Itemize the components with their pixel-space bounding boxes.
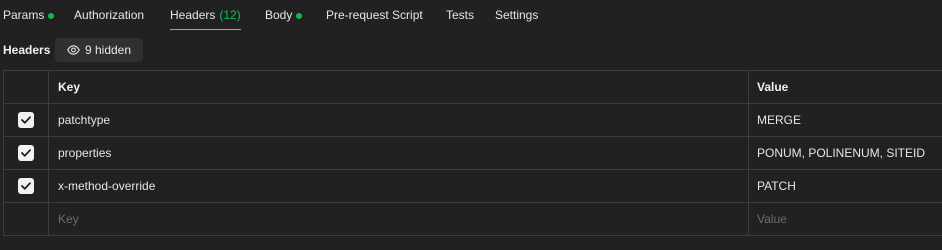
new-header-value-input[interactable]: Value [749, 203, 942, 235]
hidden-headers-toggle-button[interactable]: 9 hidden [55, 38, 143, 62]
headers-table: Key Value patchtype MERGE properties PON… [3, 70, 942, 236]
checkmark-icon [21, 116, 31, 124]
hidden-headers-count-label: 9 hidden [84, 43, 132, 57]
row-check-cell [4, 203, 49, 235]
tab-tests[interactable]: Tests [446, 0, 474, 30]
header-value-cell[interactable]: MERGE [749, 104, 942, 136]
header-key-cell[interactable]: properties [49, 137, 749, 169]
header-value-cell[interactable]: PONUM, POLINENUM, SITEID [749, 137, 942, 169]
tab-body-indicator-dot [296, 12, 303, 19]
tab-body-label: Body [265, 8, 293, 22]
tab-tests-label: Tests [446, 8, 475, 22]
tab-params-indicator-dot [48, 12, 55, 19]
row-enabled-checkbox[interactable] [18, 145, 34, 161]
header-key-cell[interactable]: x-method-override [49, 170, 749, 202]
headers-section-title: Headers [3, 43, 51, 57]
row-enabled-checkbox[interactable] [18, 178, 34, 194]
eye-icon [67, 45, 80, 55]
tab-headers-count: (12) [219, 8, 241, 22]
row-enabled-checkbox[interactable] [18, 112, 34, 128]
row-check-cell [4, 137, 49, 169]
checkmark-icon [21, 149, 31, 157]
tab-headers-label: Headers [170, 8, 216, 22]
headers-subheader: Headers 9 hidden [3, 38, 143, 62]
table-row: x-method-override PATCH [3, 170, 942, 203]
row-check-cell [4, 170, 49, 202]
new-header-row: Key Value [3, 203, 942, 236]
table-header-row: Key Value [3, 71, 942, 104]
tab-pre-request-script[interactable]: Pre-request Script [326, 0, 423, 30]
header-key-cell[interactable]: patchtype [49, 104, 749, 136]
tab-settings[interactable]: Settings [495, 0, 538, 30]
tab-params[interactable]: Params [3, 0, 55, 30]
tab-authorization[interactable]: Authorization [74, 0, 144, 30]
header-value-cell[interactable]: PATCH [749, 170, 942, 202]
tab-settings-label: Settings [495, 8, 539, 22]
tab-params-label: Params [3, 8, 45, 22]
tab-authorization-label: Authorization [74, 8, 145, 22]
column-header-value: Value [757, 80, 789, 94]
request-tabs: Params Authorization Headers (12) Body P… [0, 0, 942, 30]
checkmark-icon [21, 182, 31, 190]
tab-pre-request-script-label: Pre-request Script [326, 8, 423, 22]
table-row: properties PONUM, POLINENUM, SITEID [3, 137, 942, 170]
table-header-check-cell [4, 71, 49, 103]
row-check-cell [4, 104, 49, 136]
new-header-key-input[interactable]: Key [49, 203, 749, 235]
column-header-key: Key [49, 71, 749, 103]
tab-headers[interactable]: Headers (12) [170, 0, 241, 30]
table-row: patchtype MERGE [3, 104, 942, 137]
tab-body[interactable]: Body [265, 0, 303, 30]
